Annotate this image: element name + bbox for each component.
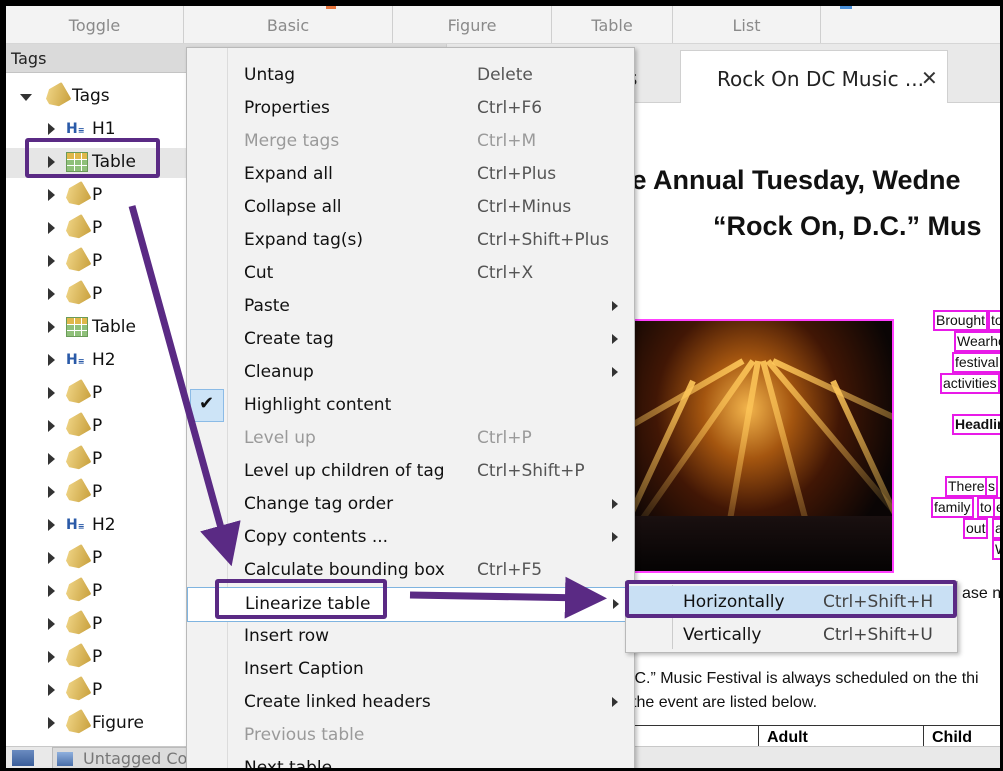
annotation-arrow-down: [128, 205, 241, 567]
annotation-arrow-right: [409, 576, 607, 619]
annotation-arrows: [128, 205, 607, 619]
app-window: Toggle Basic Figure Table List Tags Tags…: [6, 6, 1000, 768]
